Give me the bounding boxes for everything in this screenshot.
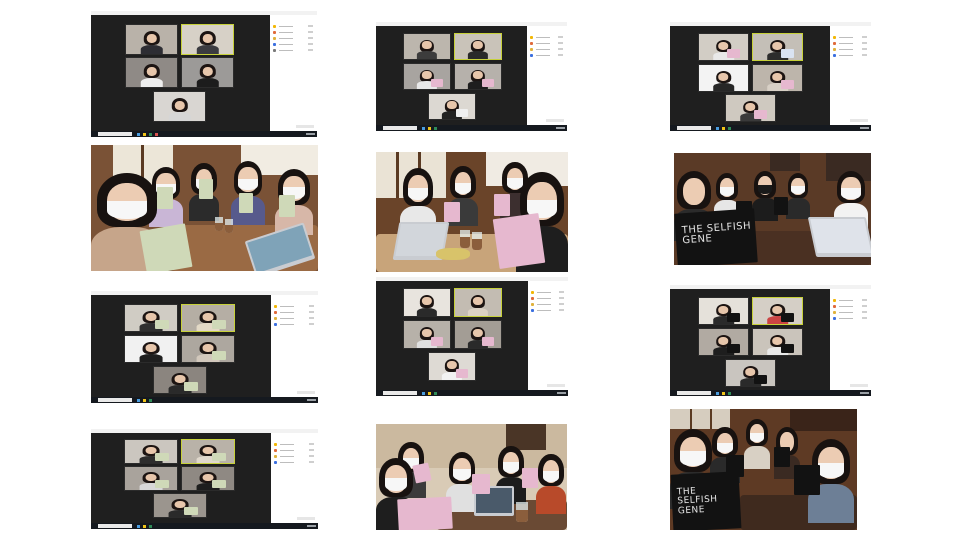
cafe-photo-1 [91,145,318,271]
video-tile [698,33,749,61]
video-tile [124,304,178,332]
video-tile [725,94,776,122]
video-tile-active-speaker [752,297,803,325]
video-tile-active-speaker [181,439,235,464]
book-held [444,202,460,222]
video-tile [454,63,502,90]
video-grid [91,295,271,397]
book-held [774,447,790,467]
zoom-screenshot-2 [376,22,567,131]
zoom-screenshot-6 [670,285,871,396]
book-held [774,197,788,215]
book-held [494,194,510,216]
book-the-selfish-gene: THE SELFISH GENE [674,208,758,265]
video-tile [403,288,451,317]
participants-panel [830,26,871,125]
video-tile [125,57,178,88]
video-tile [752,64,803,92]
video-tile [725,359,776,387]
windows-taskbar [91,523,318,529]
video-tile-active-speaker [454,288,502,317]
participants-panel [270,15,317,131]
participants-panel [271,433,318,523]
windows-taskbar [670,390,871,396]
video-tile [698,328,749,356]
video-tile-active-speaker [181,24,234,55]
book-held [397,496,453,530]
book-held [279,195,295,217]
video-tile [124,439,178,464]
video-grid [376,26,527,125]
video-tile [752,328,803,356]
book-held [492,213,546,269]
participants-panel [830,289,871,390]
book-held [472,474,490,494]
video-tile-active-speaker [752,33,803,61]
video-tile [153,366,207,394]
participants-panel [528,281,568,390]
zoom-screenshot-7 [91,429,318,529]
video-tile [698,297,749,325]
video-tile [153,91,206,122]
zoom-screenshot-1 [91,11,317,137]
video-tile [153,493,207,518]
zoom-screenshot-4 [91,291,318,403]
video-grid [670,26,830,125]
laptop [807,217,871,257]
windows-taskbar [91,131,317,137]
book-held [239,193,253,213]
video-tile [428,93,476,120]
video-tile [428,352,476,381]
video-tile [403,320,451,349]
video-tile [124,335,178,363]
video-grid [670,289,830,390]
cafe-photo-3: THE SELFISH GENE [674,153,871,265]
participants-panel [527,26,567,125]
video-grid [91,433,271,523]
zoom-screenshot-5 [376,277,568,396]
video-tile [403,33,451,60]
video-tile [403,63,451,90]
cafe-photo-5: THE SELFISH GENE [670,409,857,530]
video-tile-active-speaker [181,304,235,332]
windows-taskbar [376,390,568,396]
book-cover-title: THE SELFISH GENE [681,220,752,247]
book-the-selfish-gene: THE SELFISH GENE [670,471,742,530]
video-grid [91,15,270,131]
cafe-photo-2 [376,152,568,272]
participants-panel [271,295,318,397]
book-held [199,179,213,199]
video-tile [181,57,234,88]
book-held [139,223,193,271]
video-tile [124,466,178,491]
video-tile [181,466,235,491]
video-tile-active-speaker [454,33,502,60]
video-tile [125,24,178,55]
book-held [794,465,820,495]
video-tile [181,335,235,363]
book-cover-title: THE SELFISH GENE [676,486,718,517]
video-tile [698,64,749,92]
windows-taskbar [376,125,567,131]
windows-taskbar [91,397,318,403]
zoom-screenshot-3 [670,22,871,131]
video-grid [376,281,528,390]
cafe-photo-4 [376,424,567,530]
video-tile [454,320,502,349]
book-held [522,468,538,488]
windows-taskbar [670,125,871,131]
